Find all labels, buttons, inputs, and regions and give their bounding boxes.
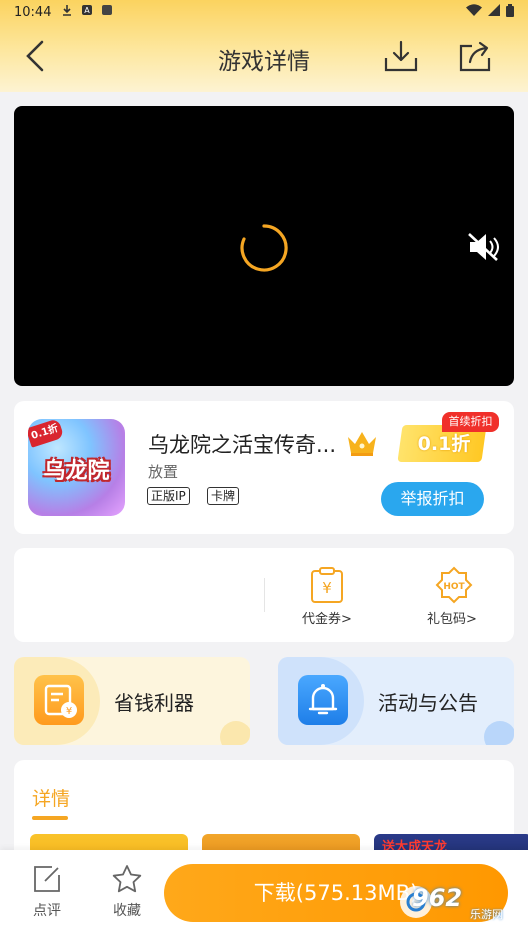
voucher-icon: ¥ [309, 566, 345, 604]
game-info-card: 0.1折 乌龙院 乌龙院之活宝传奇... 放置 正版IP 卡牌 0.1折 首续折… [14, 401, 514, 534]
status-right [466, 3, 514, 21]
game-icon[interactable]: 0.1折 乌龙院 [28, 419, 125, 516]
discount-value: 0.1折 [417, 433, 471, 455]
status-bar: 10:44 A [0, 0, 528, 24]
voucher-link[interactable]: ¥ 代金券> [287, 566, 367, 627]
divider [264, 578, 265, 612]
tag-card: 卡牌 [207, 487, 240, 505]
speaker-muted-icon [468, 233, 499, 261]
star-icon [112, 864, 142, 894]
download-button[interactable]: 下载(575.13MB) [164, 864, 508, 922]
favorite-button[interactable]: 收藏 [102, 864, 152, 920]
events-label: 活动与公告 [378, 691, 478, 715]
game-category: 放置 [148, 463, 179, 481]
navigation-bar: 游戏详情 [0, 24, 528, 88]
share-icon [459, 41, 491, 72]
share-button[interactable] [456, 38, 494, 74]
bottom-action-bar: 点评 收藏 下载(575.13MB) [0, 850, 528, 938]
signal-icon [488, 4, 500, 20]
header-background: 10:44 A 游戏详情 [0, 0, 528, 92]
gift-code-label: 礼包码> [427, 612, 477, 627]
tag-ip: 正版IP [147, 487, 190, 505]
back-button[interactable] [18, 38, 54, 74]
game-logo: 乌龙院 [43, 458, 110, 484]
svg-text:¥: ¥ [322, 579, 332, 597]
svg-text:HOT: HOT [443, 582, 465, 592]
loading-spinner-icon [238, 222, 290, 274]
comment-label: 点评 [33, 903, 61, 919]
events-announcements-tile[interactable]: 活动与公告 [278, 657, 514, 745]
discount-ribbon: 0.1折 [28, 419, 65, 448]
savings-tool-label: 省钱利器 [114, 691, 194, 715]
video-player[interactable] [14, 106, 514, 386]
voucher-label: 代金券> [302, 612, 352, 627]
svg-text:¥: ¥ [66, 706, 72, 717]
download-status-icon [61, 4, 73, 20]
mute-button[interactable] [466, 230, 500, 264]
game-name: 乌龙院之活宝传奇... [148, 433, 337, 457]
gift-code-link[interactable]: HOT 礼包码> [412, 566, 492, 627]
benefits-card: ¥ 代金券> HOT 礼包码> [14, 548, 514, 642]
download-manager-button[interactable] [382, 38, 420, 74]
first-discount-badge: 首续折扣 [442, 412, 499, 432]
download-tray-icon [384, 40, 418, 72]
crown-icon [346, 429, 378, 457]
page-title: 游戏详情 [218, 49, 310, 75]
edit-comment-icon [32, 864, 62, 894]
comment-button[interactable]: 点评 [22, 864, 72, 920]
bell-icon [298, 675, 348, 725]
tab-underline [32, 816, 68, 820]
svg-text:A: A [85, 6, 91, 15]
savings-tool-tile[interactable]: ¥ 省钱利器 [14, 657, 250, 745]
app-status-icon: A [81, 4, 93, 20]
favorite-label: 收藏 [113, 903, 141, 919]
square-status-icon [101, 4, 113, 20]
tile-dot [484, 721, 514, 745]
tile-dot [220, 721, 250, 745]
report-discount-button[interactable]: 举报折扣 [381, 482, 484, 516]
details-tab[interactable]: 详情 [32, 784, 70, 811]
wifi-icon [466, 4, 482, 20]
hot-gift-icon: HOT [434, 566, 473, 604]
savings-icon: ¥ [34, 675, 84, 725]
back-arrow-icon [26, 40, 44, 72]
battery-icon [506, 3, 514, 21]
status-time: 10:44 [14, 4, 52, 20]
